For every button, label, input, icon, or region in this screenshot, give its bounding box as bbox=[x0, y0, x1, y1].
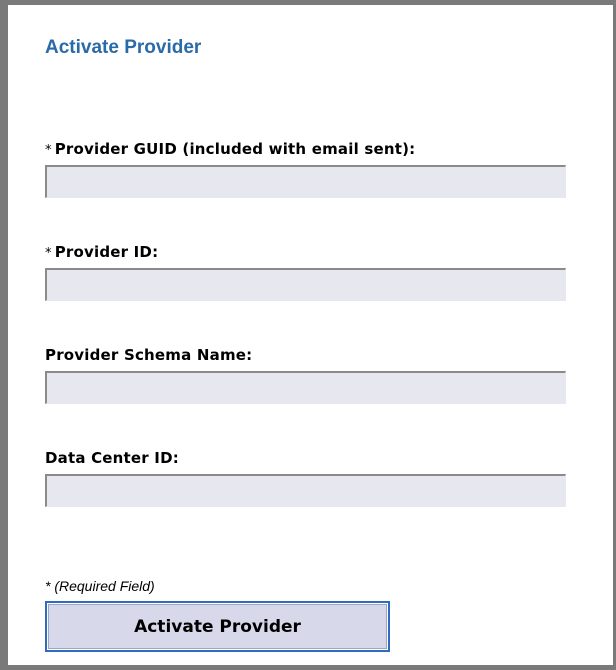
required-field-note: * (Required Field) bbox=[45, 578, 155, 594]
provider-schema-name-label-text: Provider Schema Name: bbox=[45, 346, 253, 364]
required-marker: * bbox=[45, 246, 52, 261]
provider-id-label-text: Provider ID: bbox=[54, 243, 159, 261]
provider-id-input[interactable] bbox=[45, 268, 566, 301]
provider-guid-label-text: Provider GUID (included with email sent)… bbox=[54, 140, 416, 158]
form-panel: Activate Provider * Provider GUID (includ… bbox=[0, 0, 616, 670]
provider-guid-label: * Provider GUID (included with email sent… bbox=[45, 140, 415, 158]
data-center-id-label-text: Data Center ID: bbox=[45, 449, 179, 467]
data-center-id-input[interactable] bbox=[45, 474, 566, 507]
activate-provider-button[interactable]: Activate Provider bbox=[45, 601, 390, 652]
provider-schema-name-label: Provider Schema Name: bbox=[45, 346, 252, 364]
provider-guid-input[interactable] bbox=[45, 165, 566, 198]
provider-schema-name-input[interactable] bbox=[45, 371, 566, 404]
data-center-id-label: Data Center ID: bbox=[45, 449, 179, 467]
provider-id-label: * Provider ID: bbox=[45, 243, 158, 261]
page-title: Activate Provider bbox=[45, 37, 202, 58]
required-marker: * bbox=[45, 143, 52, 158]
